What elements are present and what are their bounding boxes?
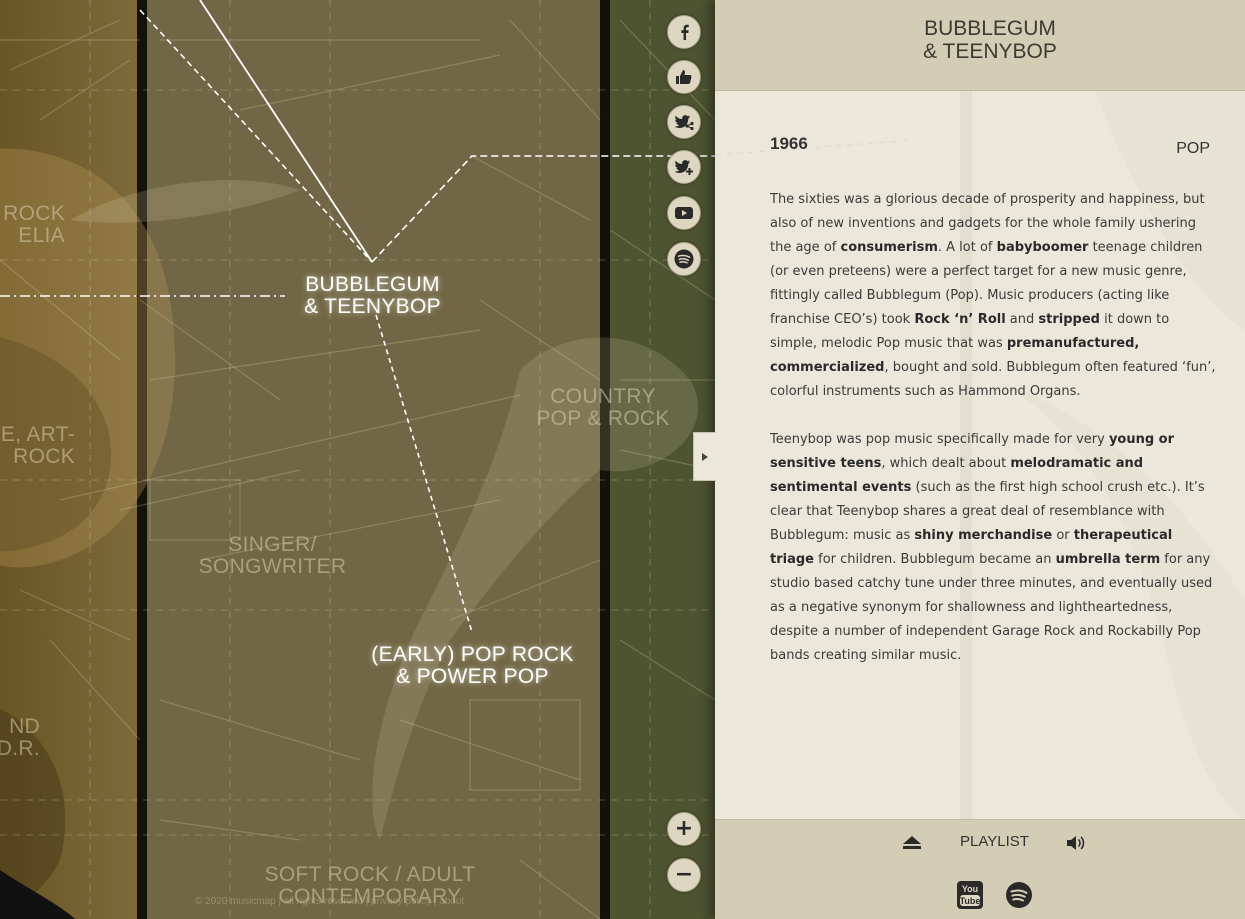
genre-label-art-rock[interactable]: E, ART- ROCK [0, 424, 75, 468]
spotify-logo-icon[interactable] [1005, 881, 1033, 909]
description-paragraph: Teenybop was pop music specifically made… [770, 432, 1213, 663]
genre-label-line: E, ART- ROCK [0, 423, 75, 468]
description-paragraph: The sixties was a glorious decade of pro… [770, 192, 1216, 399]
panel-title: BUBBLEGUM & TEENYBOP [715, 17, 1245, 63]
genre-label-singer-songwriter[interactable]: SINGER/ SONGWRITER [185, 534, 360, 578]
svg-text:Tube: Tube [960, 896, 981, 906]
genre-label-rock-psychedelia[interactable]: ROCK ELIA [0, 203, 65, 247]
panel-header: BUBBLEGUM & TEENYBOP [715, 0, 1245, 91]
panel-title-line: & TEENYBOP [923, 40, 1057, 63]
panel-title-line: BUBBLEGUM [924, 17, 1056, 40]
genre-description: The sixties was a glorious decade of pro… [770, 188, 1220, 692]
genre-label-line: SINGER/ SONGWRITER [198, 533, 347, 578]
panel-footer: You Tube [715, 864, 1245, 919]
playlist-bar: PLAYLIST [715, 819, 1245, 865]
twitter-follow-icon [674, 160, 693, 175]
twitter-share-icon [674, 115, 694, 131]
copyright-footer[interactable]: © 2020 musicmap | all rights reserved | … [195, 896, 464, 907]
genre-label-line: ND D.R. [0, 715, 40, 760]
twitter-follow-button[interactable] [667, 150, 701, 184]
genre-label-and-dr[interactable]: ND D.R. [0, 716, 40, 760]
spotify-button[interactable] [667, 242, 701, 276]
thumbs-up-icon [676, 70, 692, 84]
chevron-right-icon [702, 452, 708, 461]
zoom-out-button[interactable]: − [667, 858, 701, 892]
facebook-icon [681, 24, 689, 40]
eject-icon[interactable] [902, 835, 922, 851]
genre-info-panel: BUBBLEGUM & TEENYBOP 1966 POP The sixtie… [715, 0, 1245, 919]
svg-text:You: You [962, 884, 978, 894]
like-button[interactable] [667, 60, 701, 94]
youtube-logo-icon[interactable]: You Tube [957, 881, 983, 909]
spotify-icon [674, 249, 694, 269]
genre-category: POP [1176, 140, 1210, 157]
panel-collapse-toggle[interactable] [693, 432, 716, 481]
genre-label-early-pop-rock[interactable]: (EARLY) POP ROCK & POWER POP [355, 644, 590, 688]
map-connection-lines [0, 0, 715, 919]
genre-label-line: ROCK ELIA [3, 202, 65, 247]
genre-year: 1966 [770, 134, 808, 153]
playlist-button[interactable]: PLAYLIST [960, 833, 1029, 850]
genre-map[interactable]: ROCK ELIA E, ART- ROCK ND D.R. COUNTRY P… [0, 0, 715, 919]
volume-icon[interactable] [1065, 834, 1087, 852]
genre-label-bubblegum-selected[interactable]: BUBBLEGUM & TEENYBOP [290, 274, 455, 318]
genre-label-line: COUNTRY POP & ROCK [536, 385, 670, 430]
genre-label-line: (EARLY) POP ROCK & POWER POP [371, 643, 574, 688]
twitter-share-button[interactable] [667, 105, 701, 139]
genre-label-country-pop-rock[interactable]: COUNTRY POP & ROCK [523, 386, 683, 430]
zoom-in-button[interactable]: + [667, 812, 701, 846]
youtube-icon [675, 207, 693, 219]
genre-label-line: BUBBLEGUM & TEENYBOP [304, 273, 441, 318]
minus-icon: − [674, 862, 694, 887]
youtube-button[interactable] [667, 196, 701, 230]
plus-icon: + [674, 816, 694, 841]
facebook-share-button[interactable] [667, 15, 701, 49]
